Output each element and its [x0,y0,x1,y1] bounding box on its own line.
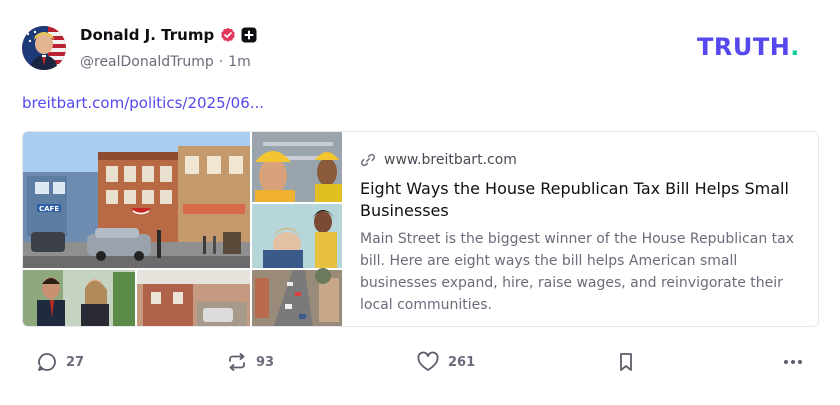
bookmark-icon [615,351,637,373]
meta-separator: · [218,54,224,70]
author-info: Donald J. Trump @realDonaldTrump · 1m [80,24,257,72]
link-domain-row: www.breitbart.com [361,150,798,170]
author-name-row: Donald J. Trump [80,24,257,46]
author-display-name[interactable]: Donald J. Trump [80,26,214,44]
post-link[interactable]: breitbart.com/politics/2025/06... [22,92,264,114]
avatar-image [22,26,66,70]
more-icon [781,351,805,373]
post: Donald J. Trump @realDonaldTrump · 1m TR… [0,0,840,405]
link-preview-image[interactable]: CAFE [23,132,342,326]
retruth-count: 93 [256,354,275,370]
cafe-sign-text: CAFE [39,205,59,213]
reply-count: 27 [66,354,85,370]
link-preview-card[interactable]: CAFE www.breitbart.com Eight Ways the Ho… [22,131,819,327]
like-button[interactable]: 261 [416,346,475,378]
heart-icon [416,351,440,373]
plus-badge-icon [241,27,257,43]
post-timestamp[interactable]: 1m [228,54,251,70]
link-description: Main Street is the biggest winner of the… [360,231,795,313]
verified-badge-icon [220,27,236,43]
author-handle[interactable]: @realDonaldTrump [80,54,214,70]
link-domain: www.breitbart.com [384,152,517,168]
author-meta-row: @realDonaldTrump · 1m [80,52,257,72]
truth-logo[interactable]: TRUTH. [697,33,800,61]
brand-dot: . [790,33,800,61]
more-options-button[interactable] [781,346,805,378]
link-preview-body: www.breitbart.com Eight Ways the House R… [342,132,818,326]
retruth-button[interactable]: 93 [226,346,274,378]
link-title[interactable]: Eight Ways the House Republican Tax Bill… [360,178,798,222]
like-count: 261 [448,354,476,370]
post-actions: 27 93 261 [0,346,840,378]
link-icon [360,152,376,168]
reply-button[interactable]: 27 [36,346,84,378]
avatar[interactable] [22,26,66,70]
retruth-icon [226,351,248,373]
reply-icon [36,351,58,373]
brand-name: TRUTH [697,33,791,61]
bookmark-button[interactable] [615,346,637,378]
